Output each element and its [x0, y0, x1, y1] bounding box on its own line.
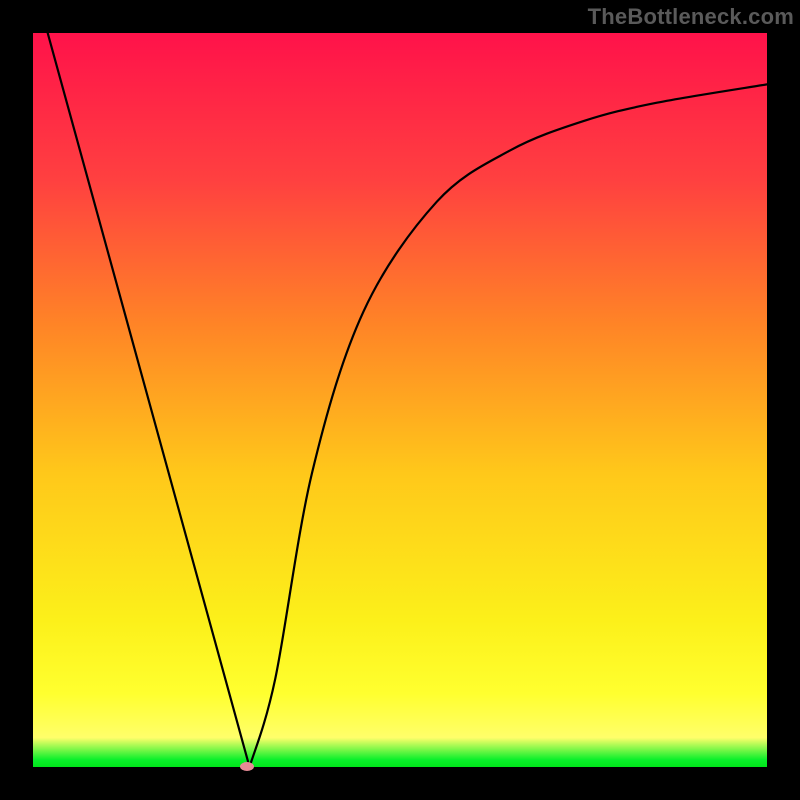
- chart-frame: TheBottleneck.com: [0, 0, 800, 800]
- watermark-label: TheBottleneck.com: [588, 4, 794, 30]
- plot-area: [33, 33, 767, 767]
- optimal-point-marker: [240, 762, 254, 771]
- bottleneck-curve: [33, 33, 767, 767]
